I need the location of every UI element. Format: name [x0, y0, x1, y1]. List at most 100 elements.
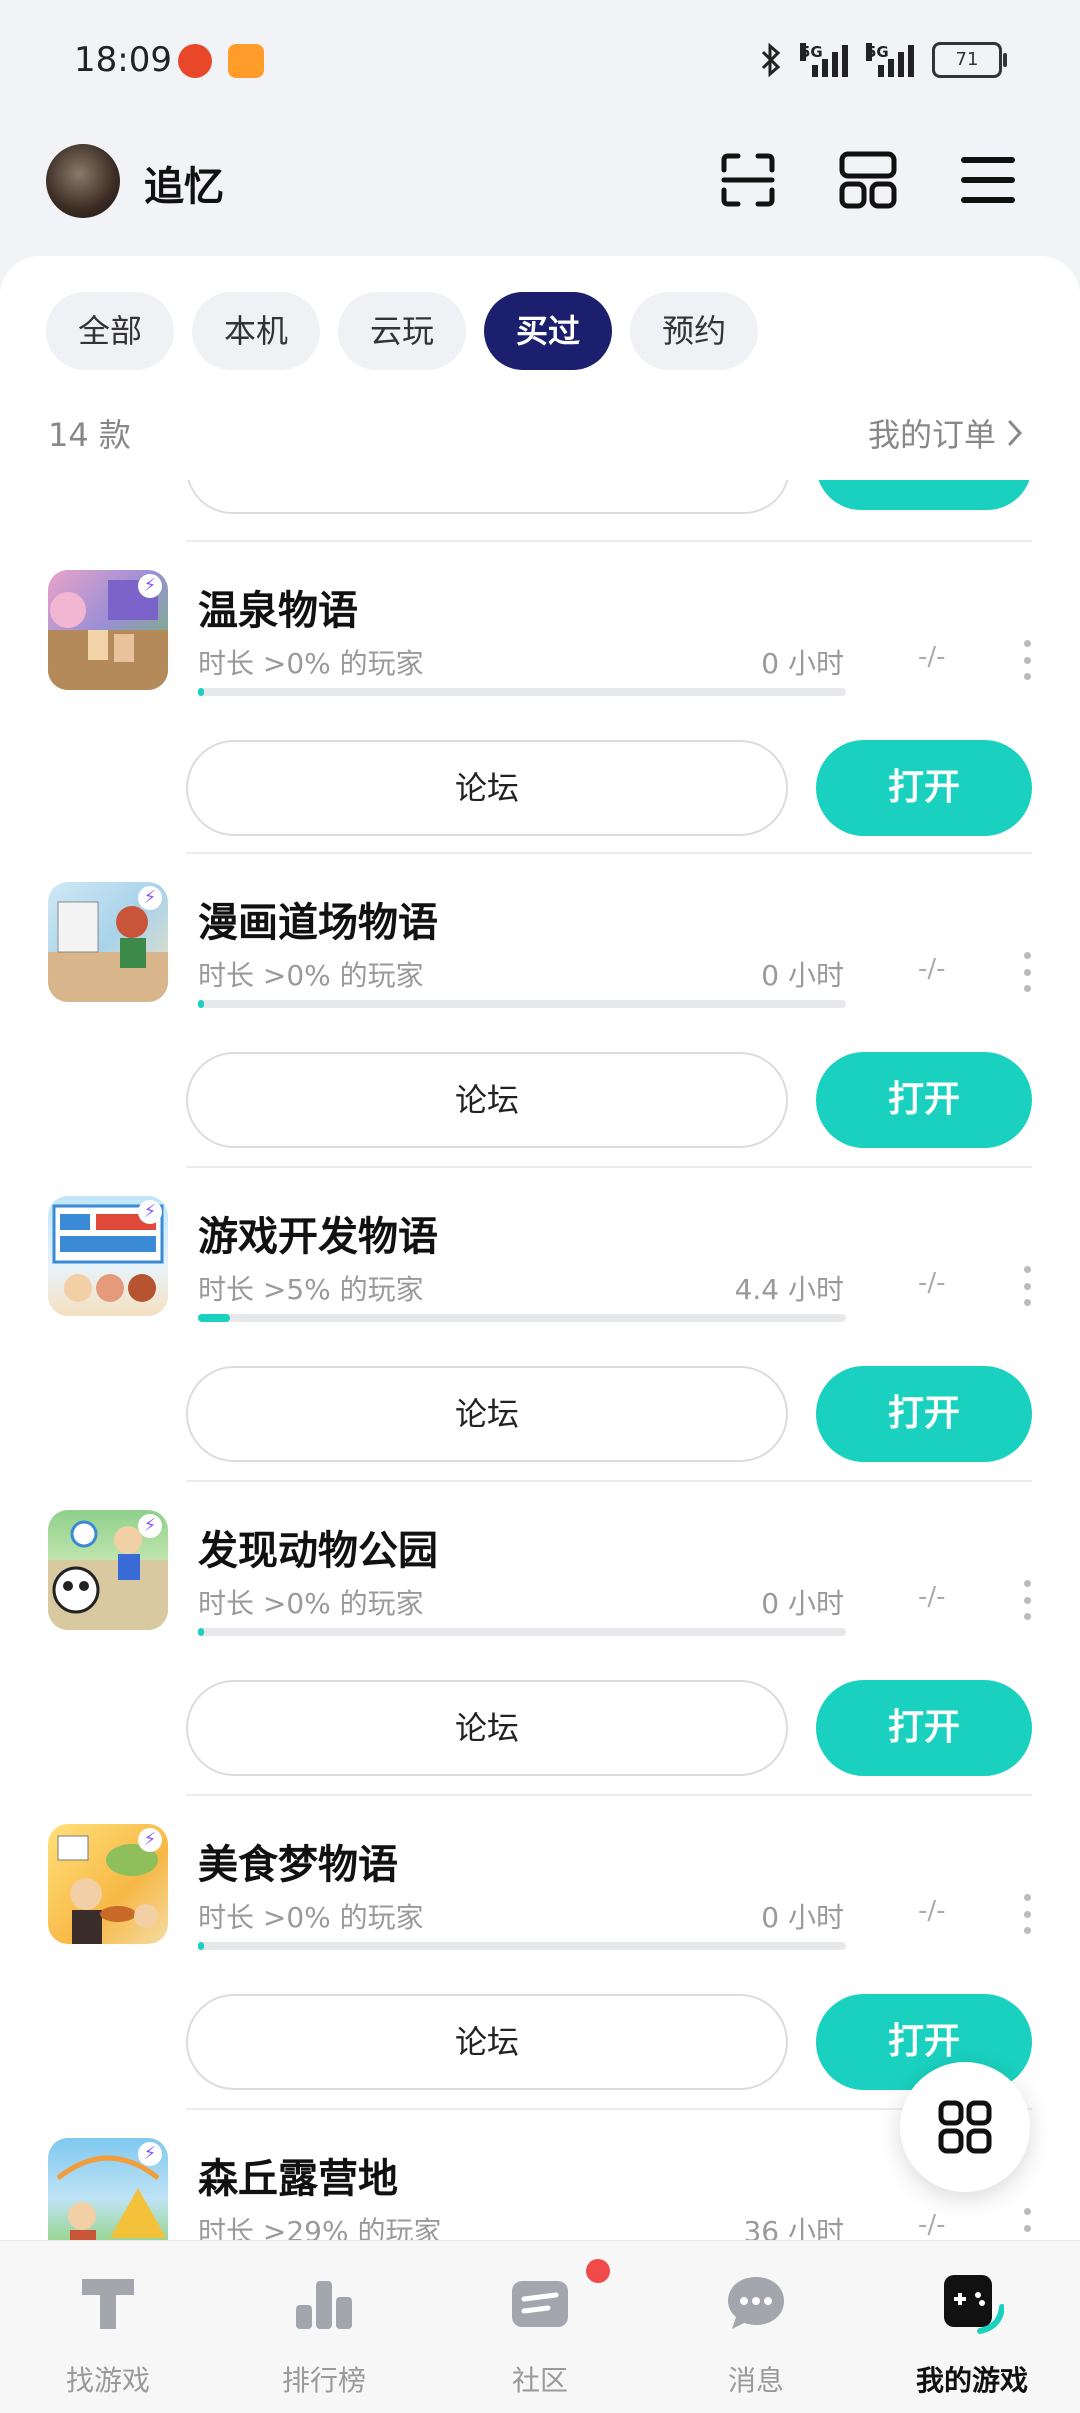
- bottom-navigation: 找游戏 排行榜 社区 消息 我的游戏: [0, 2240, 1080, 2413]
- nav-community[interactable]: 社区: [432, 2241, 648, 2413]
- open-button[interactable]: 打开: [816, 1680, 1032, 1776]
- progress-bar: [198, 688, 846, 696]
- game-list: ⚡ 温泉物语 时长 >0% 的玩家 0 小时 -/- 论坛 打开 ⚡ 漫画道场物…: [0, 480, 1080, 2240]
- game-score: -/-: [918, 954, 946, 984]
- grid-icon: [938, 2100, 992, 2154]
- game-item[interactable]: ⚡ 漫画道场物语 时长 >0% 的玩家 0 小时 -/- 论坛 打开: [0, 854, 1080, 1166]
- game-score: -/-: [918, 2210, 946, 2240]
- username: 追忆: [144, 164, 224, 210]
- notification-app-icon: [178, 44, 212, 78]
- game-score: -/-: [918, 1268, 946, 1298]
- forum-button[interactable]: 论坛: [186, 1994, 788, 2090]
- game-icon-game-dev[interactable]: ⚡: [48, 1196, 168, 1316]
- game-hours: 36 小时: [743, 2215, 844, 2240]
- tab-reserved[interactable]: 预约: [630, 292, 759, 370]
- progress-bar: [198, 1314, 846, 1322]
- layout-icon[interactable]: [836, 148, 900, 212]
- bluetooth-icon: [761, 43, 781, 77]
- status-bar: 18:09 5G 5G 71: [0, 0, 1080, 120]
- nav-label: 社区: [511, 2364, 568, 2397]
- my-orders-link[interactable]: 我的订单: [868, 410, 1024, 456]
- progress-fill: [198, 1000, 205, 1008]
- open-button[interactable]: 打开: [816, 1366, 1032, 1462]
- nav-label: 我的游戏: [915, 2364, 1028, 2397]
- progress-fill: [198, 1942, 205, 1950]
- game-title: 漫画道场物语: [198, 900, 438, 946]
- game-icon-camping[interactable]: ⚡: [48, 2138, 168, 2240]
- game-hours: 0 小时: [761, 959, 844, 992]
- ranking-icon: [296, 2281, 352, 2329]
- game-item[interactable]: ⚡ 温泉物语 时长 >0% 的玩家 0 小时 -/- 论坛 打开: [0, 542, 1080, 854]
- game-playtime-rank: 时长 >0% 的玩家: [198, 647, 424, 680]
- signal-icon-2: 5G: [866, 43, 914, 77]
- tab-cloud[interactable]: 云玩: [338, 292, 467, 370]
- forum-button[interactable]: 论坛: [186, 1680, 788, 1776]
- forum-button-partial[interactable]: [186, 480, 790, 514]
- game-playtime-rank: 时长 >5% 的玩家: [198, 1273, 424, 1306]
- notification-badge: [586, 2259, 610, 2283]
- game-playtime-rank: 时长 >0% 的玩家: [198, 1587, 424, 1620]
- forum-button[interactable]: 论坛: [186, 1052, 788, 1148]
- game-count: 14 款: [48, 416, 131, 454]
- nav-ranking[interactable]: 排行榜: [216, 2241, 432, 2413]
- forum-button[interactable]: 论坛: [186, 1366, 788, 1462]
- game-hours: 0 小时: [761, 1901, 844, 1934]
- lightning-badge-icon: ⚡: [138, 1828, 162, 1852]
- more-options-icon[interactable]: [1022, 1266, 1032, 1306]
- tab-purchased[interactable]: 买过: [484, 292, 613, 370]
- signal-icon: 5G: [800, 43, 848, 77]
- more-options-icon[interactable]: [1022, 952, 1032, 992]
- game-playtime-rank: 时长 >0% 的玩家: [198, 1901, 424, 1934]
- nav-label: 排行榜: [281, 2364, 366, 2397]
- more-options-icon[interactable]: [1022, 1894, 1032, 1934]
- battery-indicator: 71: [932, 42, 1007, 78]
- nav-find-games[interactable]: 找游戏: [0, 2241, 216, 2413]
- game-icon-animal-park[interactable]: ⚡: [48, 1510, 168, 1630]
- forum-button[interactable]: 论坛: [186, 740, 788, 836]
- nav-my-games[interactable]: 我的游戏: [864, 2241, 1080, 2413]
- profile-header: 追忆: [0, 140, 1080, 230]
- progress-fill: [198, 688, 205, 696]
- open-button-partial[interactable]: [816, 480, 1032, 510]
- more-options-icon[interactable]: [1022, 1580, 1032, 1620]
- game-item[interactable]: ⚡ 发现动物公园 时长 >0% 的玩家 0 小时 -/- 论坛 打开: [0, 1482, 1080, 1794]
- notification-video-icon: [228, 44, 264, 78]
- game-title: 发现动物公园: [198, 1528, 438, 1574]
- tab-all[interactable]: 全部: [46, 292, 175, 370]
- game-score: -/-: [918, 1896, 946, 1926]
- community-icon: [512, 2281, 568, 2327]
- game-playtime-rank: 时长 >29% 的玩家: [198, 2215, 442, 2240]
- my-orders-label: 我的订单: [867, 416, 996, 454]
- game-hours: 0 小时: [761, 1587, 844, 1620]
- progress-bar: [198, 1000, 846, 1008]
- progress-fill: [198, 1628, 205, 1636]
- game-title: 温泉物语: [198, 588, 358, 634]
- game-hours: 4.4 小时: [734, 1273, 844, 1306]
- open-button[interactable]: 打开: [816, 1052, 1032, 1148]
- avatar[interactable]: [46, 144, 120, 218]
- status-time: 18:09: [74, 40, 172, 80]
- lightning-badge-icon: ⚡: [138, 574, 162, 598]
- more-options-icon[interactable]: [1022, 640, 1032, 680]
- message-icon: [728, 2277, 784, 2329]
- menu-icon[interactable]: [956, 148, 1020, 212]
- open-button[interactable]: 打开: [816, 740, 1032, 836]
- filter-tabs: 全部 本机 云玩 买过 预约: [46, 292, 759, 370]
- lightning-badge-icon: ⚡: [138, 1200, 162, 1224]
- game-item[interactable]: ⚡ 游戏开发物语 时长 >5% 的玩家 4.4 小时 -/- 论坛 打开: [0, 1168, 1080, 1480]
- nav-messages[interactable]: 消息: [648, 2241, 864, 2413]
- game-icon-manga-dojo[interactable]: ⚡: [48, 882, 168, 1002]
- game-title: 森丘露营地: [198, 2156, 398, 2202]
- game-icon-hot-spring[interactable]: ⚡: [48, 570, 168, 690]
- game-hours: 0 小时: [761, 647, 844, 680]
- nav-label: 找游戏: [65, 2364, 150, 2397]
- scan-icon[interactable]: [716, 148, 780, 212]
- game-icon-gourmet-dream[interactable]: ⚡: [48, 1824, 168, 1944]
- progress-bar: [198, 1628, 846, 1636]
- find-games-icon: [82, 2279, 134, 2329]
- more-options-icon[interactable]: [1022, 2208, 1032, 2240]
- tab-local[interactable]: 本机: [192, 292, 321, 370]
- game-title: 游戏开发物语: [198, 1214, 438, 1260]
- game-playtime-rank: 时长 >0% 的玩家: [198, 959, 424, 992]
- quick-launch-button[interactable]: [900, 2062, 1030, 2192]
